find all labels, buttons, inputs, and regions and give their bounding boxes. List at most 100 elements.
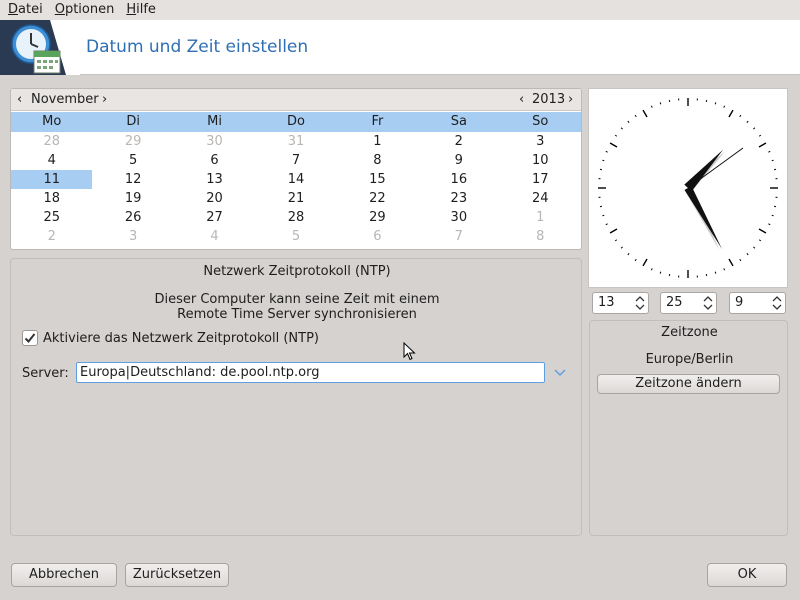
calendar-day[interactable]: 28 bbox=[11, 132, 92, 151]
minute-spinbox[interactable]: 25 bbox=[660, 292, 717, 314]
menu-hilfe[interactable]: Hilfe bbox=[122, 0, 164, 20]
ok-button[interactable]: OK bbox=[707, 563, 787, 587]
minute-tick bbox=[746, 120, 749, 123]
calendar-day[interactable]: 7 bbox=[418, 227, 499, 246]
hour-tick bbox=[728, 109, 734, 118]
calendar-day[interactable]: 26 bbox=[92, 208, 173, 227]
calendar-day[interactable]: 5 bbox=[255, 227, 336, 246]
minute-tick bbox=[650, 105, 653, 108]
spin-arrows-icon[interactable] bbox=[635, 295, 645, 311]
hour-tick bbox=[609, 228, 618, 234]
calendar-day[interactable]: 25 bbox=[11, 208, 92, 227]
server-combobox[interactable]: Europa|Deutschland: de.pool.ntp.org bbox=[76, 362, 545, 383]
calendar-day[interactable]: 30 bbox=[174, 132, 255, 151]
spin-arrows-icon[interactable] bbox=[772, 295, 782, 311]
second-hand bbox=[687, 147, 744, 189]
calendar-day[interactable]: 7 bbox=[255, 151, 336, 170]
prev-year-icon[interactable]: ‹ bbox=[519, 92, 524, 107]
calendar-day[interactable]: 3 bbox=[92, 227, 173, 246]
weekday-label: Sa bbox=[450, 114, 467, 129]
calendar-day[interactable]: 13 bbox=[174, 170, 255, 189]
calendar-day[interactable]: 2 bbox=[11, 227, 92, 246]
calendar-week-row: 25 26 27 28 29 30 1 bbox=[11, 208, 581, 227]
calendar-day[interactable]: 11 bbox=[11, 170, 93, 189]
calendar-day[interactable]: 29 bbox=[92, 132, 173, 151]
calendar-day[interactable]: 16 bbox=[418, 170, 499, 189]
calendar-day[interactable]: 30 bbox=[418, 208, 499, 227]
calendar-day[interactable]: 24 bbox=[500, 189, 581, 208]
minute-tick bbox=[605, 150, 608, 153]
minute-tick bbox=[620, 127, 623, 130]
weekday-label: Mi bbox=[207, 114, 222, 129]
calendar-day[interactable]: 4 bbox=[174, 227, 255, 246]
menu-datei[interactable]: Datei bbox=[4, 0, 51, 20]
next-month-icon[interactable]: › bbox=[102, 92, 107, 107]
calendar-day[interactable]: 20 bbox=[174, 189, 255, 208]
hour-tick bbox=[728, 258, 734, 267]
minute-tick bbox=[768, 223, 771, 226]
menu-optionen[interactable]: Optionen bbox=[51, 0, 123, 20]
minute-tick bbox=[605, 223, 608, 226]
minute-tick bbox=[627, 253, 630, 256]
calendar-day[interactable]: 14 bbox=[255, 170, 336, 189]
calendar-day[interactable]: 31 bbox=[255, 132, 336, 151]
ntp-description: Dieser Computer kann seine Zeit mit eine… bbox=[154, 292, 440, 322]
year-label[interactable]: 2013 bbox=[532, 92, 565, 107]
calendar-day[interactable]: 6 bbox=[174, 151, 255, 170]
calendar-day[interactable]: 23 bbox=[418, 189, 499, 208]
timezone-value: Europe/Berlin bbox=[645, 352, 734, 367]
calendar-day[interactable]: 5 bbox=[92, 151, 173, 170]
hour-tick bbox=[758, 142, 767, 148]
calendar-day[interactable]: 19 bbox=[92, 189, 173, 208]
weekday-header: Mo Di Mi Do Fr Sa So bbox=[11, 112, 581, 132]
page-title: Datum und Zeit einstellen bbox=[86, 37, 309, 57]
calendar-day[interactable]: 12 bbox=[92, 170, 173, 189]
ntp-checkbox-row[interactable]: Aktiviere das Netzwerk Zeitprotokoll (NT… bbox=[22, 330, 319, 346]
hour-spinbox[interactable]: 13 bbox=[592, 292, 649, 314]
calendar-day[interactable]: 29 bbox=[337, 208, 418, 227]
calendar-day[interactable]: 2 bbox=[418, 132, 499, 151]
calendar-day[interactable]: 3 bbox=[500, 132, 581, 151]
spin-arrows-icon[interactable] bbox=[703, 295, 713, 311]
calendar-day[interactable]: 1 bbox=[337, 132, 418, 151]
calendar-day[interactable]: 21 bbox=[255, 189, 336, 208]
calendar-day[interactable]: 28 bbox=[255, 208, 336, 227]
next-year-icon[interactable]: › bbox=[568, 92, 573, 107]
calendar-day[interactable]: 8 bbox=[500, 227, 581, 246]
calendar-grid: 28 29 30 31 1 2 3 4 5 6 7 8 9 10 11 12 13 14 15 16 17 18 19 20 2… bbox=[11, 132, 581, 246]
minute-tick bbox=[634, 114, 637, 118]
calendar-day[interactable]: 22 bbox=[337, 189, 418, 208]
minute-tick bbox=[620, 246, 623, 249]
calendar-day[interactable]: 6 bbox=[337, 227, 418, 246]
second-spinbox[interactable]: 9 bbox=[729, 292, 786, 314]
minute-tick bbox=[771, 159, 774, 162]
calendar-day[interactable]: 9 bbox=[418, 151, 499, 170]
month-label[interactable]: November bbox=[31, 92, 99, 107]
ntp-checkbox-label[interactable]: Aktiviere das Netzwerk Zeitprotokoll (NT… bbox=[43, 331, 319, 346]
minute-hand bbox=[684, 186, 723, 250]
calendar-day[interactable]: 15 bbox=[337, 170, 418, 189]
minute-tick bbox=[602, 214, 605, 217]
minute-tick bbox=[714, 102, 717, 105]
ntp-checkbox[interactable] bbox=[22, 330, 38, 346]
hour-tick bbox=[642, 258, 648, 267]
calendar-day[interactable]: 18 bbox=[11, 189, 92, 208]
calendar-day[interactable]: 27 bbox=[174, 208, 255, 227]
mouse-cursor-icon bbox=[403, 342, 416, 361]
weekday-label: Fr bbox=[371, 114, 384, 129]
chevron-down-icon[interactable] bbox=[554, 367, 566, 377]
minute-tick bbox=[614, 239, 618, 242]
cancel-button[interactable]: Abbrechen bbox=[11, 563, 117, 587]
calendar-day[interactable]: 10 bbox=[500, 151, 581, 170]
minute-tick bbox=[771, 214, 774, 217]
minute-tick bbox=[746, 253, 749, 256]
server-label: Server: bbox=[22, 366, 69, 381]
change-timezone-button[interactable]: Zeitzone ändern bbox=[597, 374, 780, 394]
calendar-day[interactable]: 8 bbox=[337, 151, 418, 170]
calendar-day[interactable]: 4 bbox=[11, 151, 92, 170]
reset-button[interactable]: Zurücksetzen bbox=[125, 563, 229, 587]
calendar-day[interactable]: 17 bbox=[500, 170, 581, 189]
calendar-day[interactable]: 1 bbox=[500, 208, 581, 227]
prev-month-icon[interactable]: ‹ bbox=[17, 92, 22, 107]
weekday-label: So bbox=[532, 114, 549, 129]
